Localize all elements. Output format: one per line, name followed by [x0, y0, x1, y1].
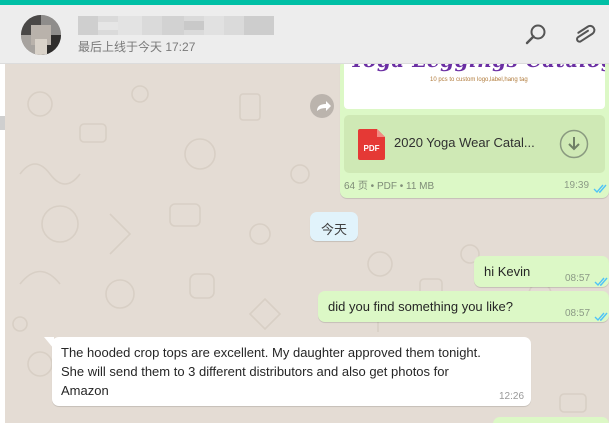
document-meta: 64 页 • PDF • 11 MB [344, 181, 435, 192]
message-time: 12:26 [499, 391, 525, 402]
bubble-tail [44, 337, 54, 349]
contact-name-pixelated [78, 16, 274, 35]
last-seen-status: 最后上线于今天 17:27 [78, 40, 196, 54]
forward-icon [310, 101, 334, 122]
next-message-bubble-edge [493, 417, 609, 423]
left-edge-strip [0, 64, 5, 423]
download-icon [559, 129, 589, 163]
message-bubble-outgoing[interactable]: hi Kevin 08:57 [474, 256, 609, 287]
conversation-panel[interactable]: Yoga Leggings Catalog 10 pcs to custom l… [0, 64, 609, 423]
read-receipt-icon [594, 274, 609, 287]
message-text-line: She will send them to 3 different distri… [61, 364, 449, 379]
search-button[interactable] [523, 22, 549, 48]
pdf-file-icon: PDF [358, 129, 385, 160]
message-time: 08:57 [565, 308, 591, 319]
message-time: 08:57 [565, 273, 591, 284]
document-preview-title: Yoga Leggings Catalog [350, 64, 605, 72]
document-message-bubble[interactable]: Yoga Leggings Catalog 10 pcs to custom l… [340, 64, 609, 198]
attach-button[interactable] [571, 22, 597, 48]
contact-avatar[interactable] [21, 15, 61, 55]
date-divider: 今天 [310, 212, 358, 241]
document-file-row[interactable]: PDF 2020 Yoga Wear Catal... [344, 115, 605, 173]
read-receipt-icon [593, 181, 609, 194]
document-preview-subtitle: 10 pcs to custom logo,label,hang tag [430, 77, 528, 83]
read-receipt-icon [594, 309, 609, 322]
search-icon [523, 24, 549, 52]
document-preview-image[interactable]: Yoga Leggings Catalog 10 pcs to custom l… [344, 64, 605, 109]
document-file-name: 2020 Yoga Wear Catal... [394, 135, 535, 150]
message-text: hi Kevin [484, 264, 531, 279]
paperclip-icon [571, 24, 597, 52]
message-time: 19:39 [564, 180, 590, 191]
chat-header: 最后上线于今天 17:27 [0, 5, 609, 64]
message-bubble-outgoing[interactable]: did you find something you like? 08:57 [318, 291, 609, 322]
svg-text:PDF: PDF [364, 144, 380, 153]
message-text-line: Amazon [61, 383, 109, 398]
message-text: did you find something you like? [328, 299, 514, 314]
message-text-line: The hooded crop tops are excellent. My d… [61, 345, 481, 360]
forward-message-button[interactable] [310, 94, 334, 118]
download-button[interactable] [559, 129, 589, 159]
message-bubble-incoming[interactable]: The hooded crop tops are excellent. My d… [44, 337, 531, 406]
